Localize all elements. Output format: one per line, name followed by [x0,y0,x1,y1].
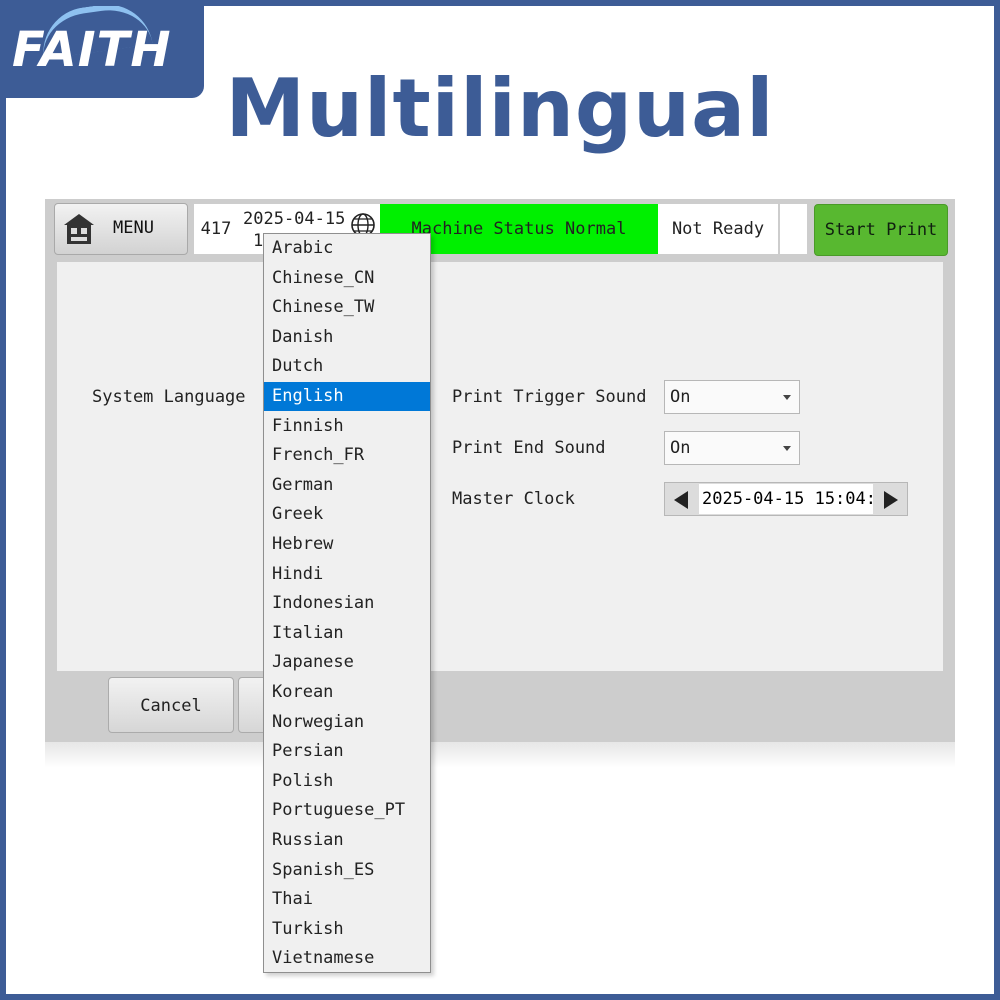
chevron-down-icon [783,446,791,451]
language-option[interactable]: Vietnamese [264,944,430,973]
language-option[interactable]: Danish [264,323,430,352]
menu-label: MENU [113,218,154,238]
language-option[interactable]: Thai [264,885,430,914]
language-dropdown-list[interactable]: Arabic Chinese_CN Chinese_TW Danish Dutch Eng… [263,233,431,973]
home-icon [64,214,94,244]
print-trigger-sound-value: On [670,387,691,407]
language-option[interactable]: Hindi [264,560,430,589]
language-option[interactable]: Chinese_CN [264,264,430,293]
language-option[interactable]: Chinese_TW [264,293,430,322]
language-option[interactable]: Russian [264,826,430,855]
language-option[interactable]: Polish [264,767,430,796]
print-trigger-sound-select[interactable]: On [664,380,800,414]
language-option[interactable]: Dutch [264,352,430,381]
screen-shadow [45,742,955,768]
arrow-right-icon[interactable] [884,491,898,509]
language-option[interactable]: Indonesian [264,589,430,618]
arrow-left-icon[interactable] [674,491,688,509]
print-end-sound-select[interactable]: On [664,431,800,465]
language-option[interactable]: German [264,471,430,500]
language-option[interactable]: Persian [264,737,430,766]
language-option[interactable]: French_FR [264,441,430,470]
logo-text: FAITH [12,22,172,78]
status-spacer [779,204,807,254]
ready-status: Not Ready [658,204,778,254]
system-language-label: System Language [92,387,246,407]
master-clock-label: Master Clock [452,489,575,509]
chevron-down-icon [783,395,791,400]
language-option[interactable]: Japanese [264,648,430,677]
menu-button[interactable]: MENU [54,203,188,255]
master-clock-field[interactable]: 2025-04-15 15:04: [699,484,873,514]
print-trigger-sound-label: Print Trigger Sound [452,387,647,407]
language-option[interactable]: Hebrew [264,530,430,559]
print-end-sound-label: Print End Sound [452,438,606,458]
start-print-button[interactable]: Start Print [814,204,948,256]
date-line: 2025-04-15 [243,209,346,229]
master-clock-control: 2025-04-15 15:04: [664,482,908,516]
print-end-sound-value: On [670,438,691,458]
settings-panel [57,262,943,671]
language-option[interactable]: English [264,382,430,411]
brand-logo: FAITH [0,0,204,98]
language-option[interactable]: Norwegian [264,708,430,737]
language-option[interactable]: Portuguese_PT [264,796,430,825]
language-option[interactable]: Finnish [264,412,430,441]
language-option[interactable]: Spanish_ES [264,856,430,885]
language-option[interactable]: Greek [264,500,430,529]
language-option[interactable]: Turkish [264,915,430,944]
language-option[interactable]: Italian [264,619,430,648]
language-option[interactable]: Arabic [264,234,430,263]
cancel-button[interactable]: Cancel [108,677,234,733]
language-option[interactable]: Korean [264,678,430,707]
print-count: 417 [194,204,238,254]
